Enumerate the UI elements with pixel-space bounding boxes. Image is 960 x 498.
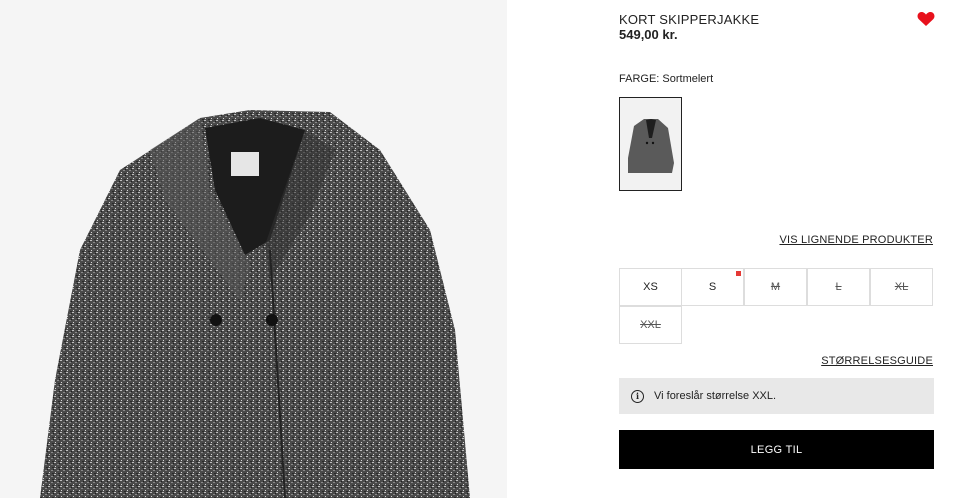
size-option-s[interactable]: S <box>681 268 744 306</box>
product-price: 549,00 kr. <box>619 27 678 42</box>
coat-illustration <box>40 110 470 498</box>
size-suggestion-notice: i Vi foreslår størrelse XXL. <box>619 378 934 414</box>
size-label: XS <box>643 281 658 293</box>
product-image[interactable] <box>0 0 507 498</box>
low-stock-indicator <box>736 271 741 276</box>
size-label: L <box>835 281 842 293</box>
size-label: XXL <box>640 319 661 331</box>
size-option-xxl[interactable]: XXL <box>619 306 682 344</box>
size-option-xl[interactable]: XL <box>870 268 933 306</box>
product-title: KORT SKIPPERJAKKE <box>619 12 760 27</box>
size-option-m[interactable]: M <box>744 268 807 306</box>
color-label: FARGE: Sortmelert <box>619 73 714 85</box>
similar-products-link[interactable]: VIS LIGNENDE PRODUKTER <box>779 234 933 246</box>
heart-icon[interactable] <box>917 11 935 27</box>
size-label: M <box>770 281 781 293</box>
suggestion-text: Vi foreslår størrelse XXL. <box>654 390 777 402</box>
size-option-xs[interactable]: XS <box>619 268 682 306</box>
color-swatch-sortmelert[interactable] <box>619 97 682 191</box>
size-label: XL <box>894 281 909 293</box>
size-guide-link[interactable]: STØRRELSESGUIDE <box>821 355 933 367</box>
info-icon: i <box>631 389 644 403</box>
size-option-l[interactable]: L <box>807 268 870 306</box>
size-label: S <box>708 281 717 293</box>
swatch-thumbnail <box>620 98 681 190</box>
add-to-cart-button[interactable]: LEGG TIL <box>619 430 934 469</box>
